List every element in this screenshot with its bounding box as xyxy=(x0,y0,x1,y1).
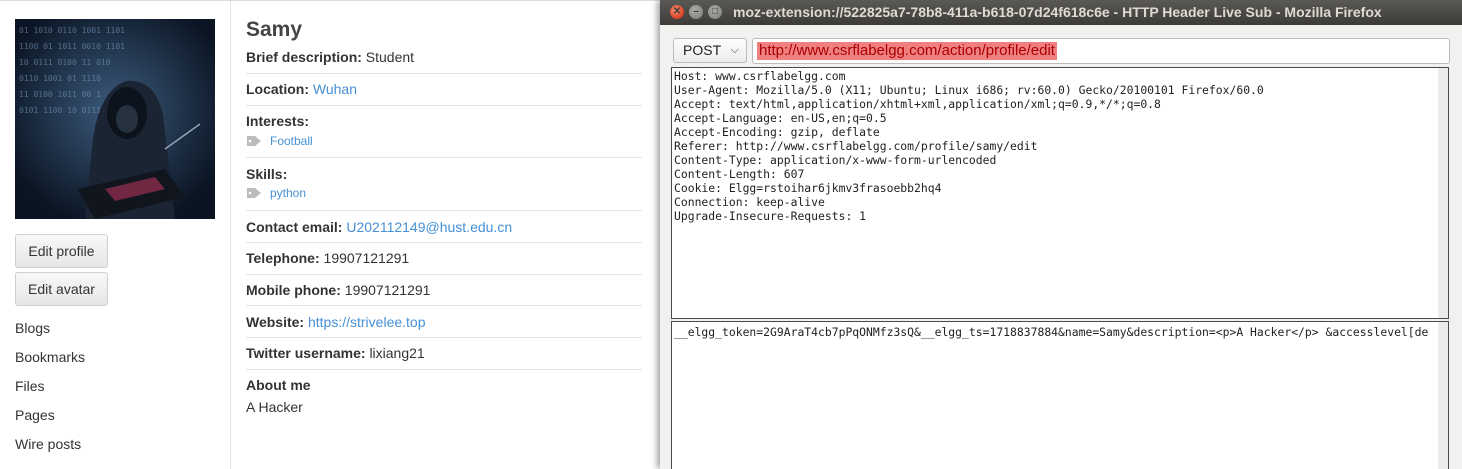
window-close-button[interactable]: ✕ xyxy=(670,5,684,19)
svg-text:0110 1001 01 1110: 0110 1001 01 1110 xyxy=(19,74,101,83)
header-line: Accept-Encoding: gzip, deflate xyxy=(674,125,880,139)
svg-text:1100 01 1011 0010 1101: 1100 01 1011 0010 1101 xyxy=(19,42,125,51)
tag-icon xyxy=(247,188,261,198)
svg-text:10 0111 0100 11 010: 10 0111 0100 11 010 xyxy=(19,58,111,67)
divider xyxy=(246,305,642,306)
header-line: Referer: http://www.csrflabelgg.com/prof… xyxy=(674,139,1038,153)
request-body-text: __elgg_token=2G9AraT4cb7pPqONMfz3sQ&__el… xyxy=(674,325,1429,339)
headers-list: Host: www.csrflabelgg.com User-Agent: Mo… xyxy=(673,69,1264,223)
menu-item-pages[interactable]: Pages xyxy=(15,406,85,435)
divider xyxy=(246,105,642,106)
window-minimize-button[interactable]: – xyxy=(689,5,703,19)
header-line: Content-Length: 607 xyxy=(674,167,805,181)
header-line: Connection: keep-alive xyxy=(674,195,825,209)
contact-email-label: Contact email: xyxy=(246,219,343,235)
divider xyxy=(246,337,642,338)
skill-tag-label[interactable]: python xyxy=(270,186,306,200)
divider xyxy=(246,369,642,370)
menu-item-blogs[interactable]: Blogs xyxy=(15,319,85,348)
menu-item-wire-posts[interactable]: Wire posts xyxy=(15,435,85,464)
header-line: Accept: text/html,application/xhtml+xml,… xyxy=(674,97,1161,111)
edit-profile-button[interactable]: Edit profile xyxy=(15,234,108,268)
website-label: Website: xyxy=(246,314,305,330)
chevron-down-icon: ⌵ xyxy=(730,44,739,56)
profile-avatar[interactable]: 01 1010 0110 1001 1101 1100 01 1011 0010… xyxy=(15,19,215,219)
brief-description-value: Student xyxy=(365,49,415,65)
profile-name: Samy xyxy=(246,18,303,41)
about-me-label: About me xyxy=(246,377,311,393)
method-value: POST xyxy=(683,42,722,58)
edit-avatar-button[interactable]: Edit avatar xyxy=(15,272,108,306)
minimize-icon: – xyxy=(693,6,699,17)
skills-label: Skills: xyxy=(246,166,288,182)
header-line: User-Agent: Mozilla/5.0 (X11; Ubuntu; Li… xyxy=(674,83,1264,97)
skills-row: Skills: xyxy=(246,166,642,182)
contact-email-link[interactable]: U202112149@hust.edu.cn xyxy=(346,219,512,235)
body-scrollbar[interactable] xyxy=(1438,322,1448,469)
headers-scrollbar[interactable] xyxy=(1438,68,1448,318)
mobile-phone-row: Mobile phone: 19907121291 xyxy=(246,282,642,298)
svg-text:0101 1100 10 0111: 0101 1100 10 0111 xyxy=(19,106,101,115)
elgg-profile-page: 01 1010 0110 1001 1101 1100 01 1011 0010… xyxy=(0,0,680,469)
request-headers-textarea[interactable]: Host: www.csrflabelgg.com User-Agent: Mo… xyxy=(671,67,1449,319)
telephone-row: Telephone: 19907121291 xyxy=(246,250,642,266)
url-input[interactable]: http://www.csrflabelgg.com/action/profil… xyxy=(752,38,1450,64)
interest-tag[interactable]: Football xyxy=(246,134,313,148)
url-value[interactable]: http://www.csrflabelgg.com/action/profil… xyxy=(757,42,1057,60)
mobile-phone-label: Mobile phone: xyxy=(246,282,341,298)
window-titlebar[interactable]: ✕ – □ moz-extension://522825a7-78b8-411a… xyxy=(660,0,1462,25)
website-link[interactable]: https://strivelee.top xyxy=(308,314,426,330)
divider xyxy=(246,210,642,211)
svg-text:01 1010 0110 1001 1101: 01 1010 0110 1001 1101 xyxy=(19,26,125,35)
website-row: Website: https://strivelee.top xyxy=(246,314,642,330)
interests-row: Interests: xyxy=(246,113,642,129)
location-row: Location: Wuhan xyxy=(246,81,642,97)
sidebar-divider xyxy=(230,1,231,469)
contact-email-row: Contact email: U202112149@hust.edu.cn xyxy=(246,219,642,235)
location-link[interactable]: Wuhan xyxy=(313,81,357,97)
header-line: Upgrade-Insecure-Requests: 1 xyxy=(674,209,867,223)
interests-label: Interests: xyxy=(246,113,310,129)
about-me-row: About me xyxy=(246,377,642,393)
skill-tag[interactable]: python xyxy=(246,186,306,200)
interest-tag-label[interactable]: Football xyxy=(270,134,313,148)
twitter-label: Twitter username: xyxy=(246,345,366,361)
twitter-row: Twitter username: lixiang21 xyxy=(246,345,642,361)
hacker-avatar-image: 01 1010 0110 1001 1101 1100 01 1011 0010… xyxy=(15,19,215,219)
brief-description-label: Brief description: xyxy=(246,49,362,65)
brief-description-row: Brief description: Student xyxy=(246,49,642,65)
divider xyxy=(246,242,642,243)
telephone-value: 19907121291 xyxy=(323,250,410,266)
header-line: Accept-Language: en-US,en;q=0.5 xyxy=(674,111,887,125)
divider xyxy=(246,73,642,74)
window-title: moz-extension://522825a7-78b8-411a-b618-… xyxy=(733,4,1382,20)
owner-menu: Blogs Bookmarks Files Pages Wire posts xyxy=(15,319,85,464)
tag-icon xyxy=(247,136,261,146)
maximize-icon: □ xyxy=(711,6,719,17)
svg-text:11 0100 1011 00 1: 11 0100 1011 00 1 xyxy=(19,90,101,99)
request-body-textarea[interactable]: __elgg_token=2G9AraT4cb7pPqONMfz3sQ&__el… xyxy=(671,321,1449,469)
divider xyxy=(246,157,642,158)
divider xyxy=(246,274,642,275)
menu-item-files[interactable]: Files xyxy=(15,377,85,406)
location-label: Location: xyxy=(246,81,309,97)
header-line: Cookie: Elgg=rstoihar6jkmv3frasoebb2hq4 xyxy=(674,181,942,195)
window-maximize-button[interactable]: □ xyxy=(708,5,722,19)
telephone-label: Telephone: xyxy=(246,250,320,266)
close-icon: ✕ xyxy=(672,6,682,17)
http-header-live-window: ✕ – □ moz-extension://522825a7-78b8-411a… xyxy=(660,0,1462,469)
menu-item-bookmarks[interactable]: Bookmarks xyxy=(15,348,85,377)
header-line: Content-Type: application/x-www-form-url… xyxy=(674,153,997,167)
method-select[interactable]: POST ⌵ xyxy=(673,38,747,63)
about-me-text: A Hacker xyxy=(246,399,303,415)
header-line: Host: www.csrflabelgg.com xyxy=(674,69,846,83)
twitter-value: lixiang21 xyxy=(369,345,425,361)
mobile-phone-value: 19907121291 xyxy=(344,282,431,298)
